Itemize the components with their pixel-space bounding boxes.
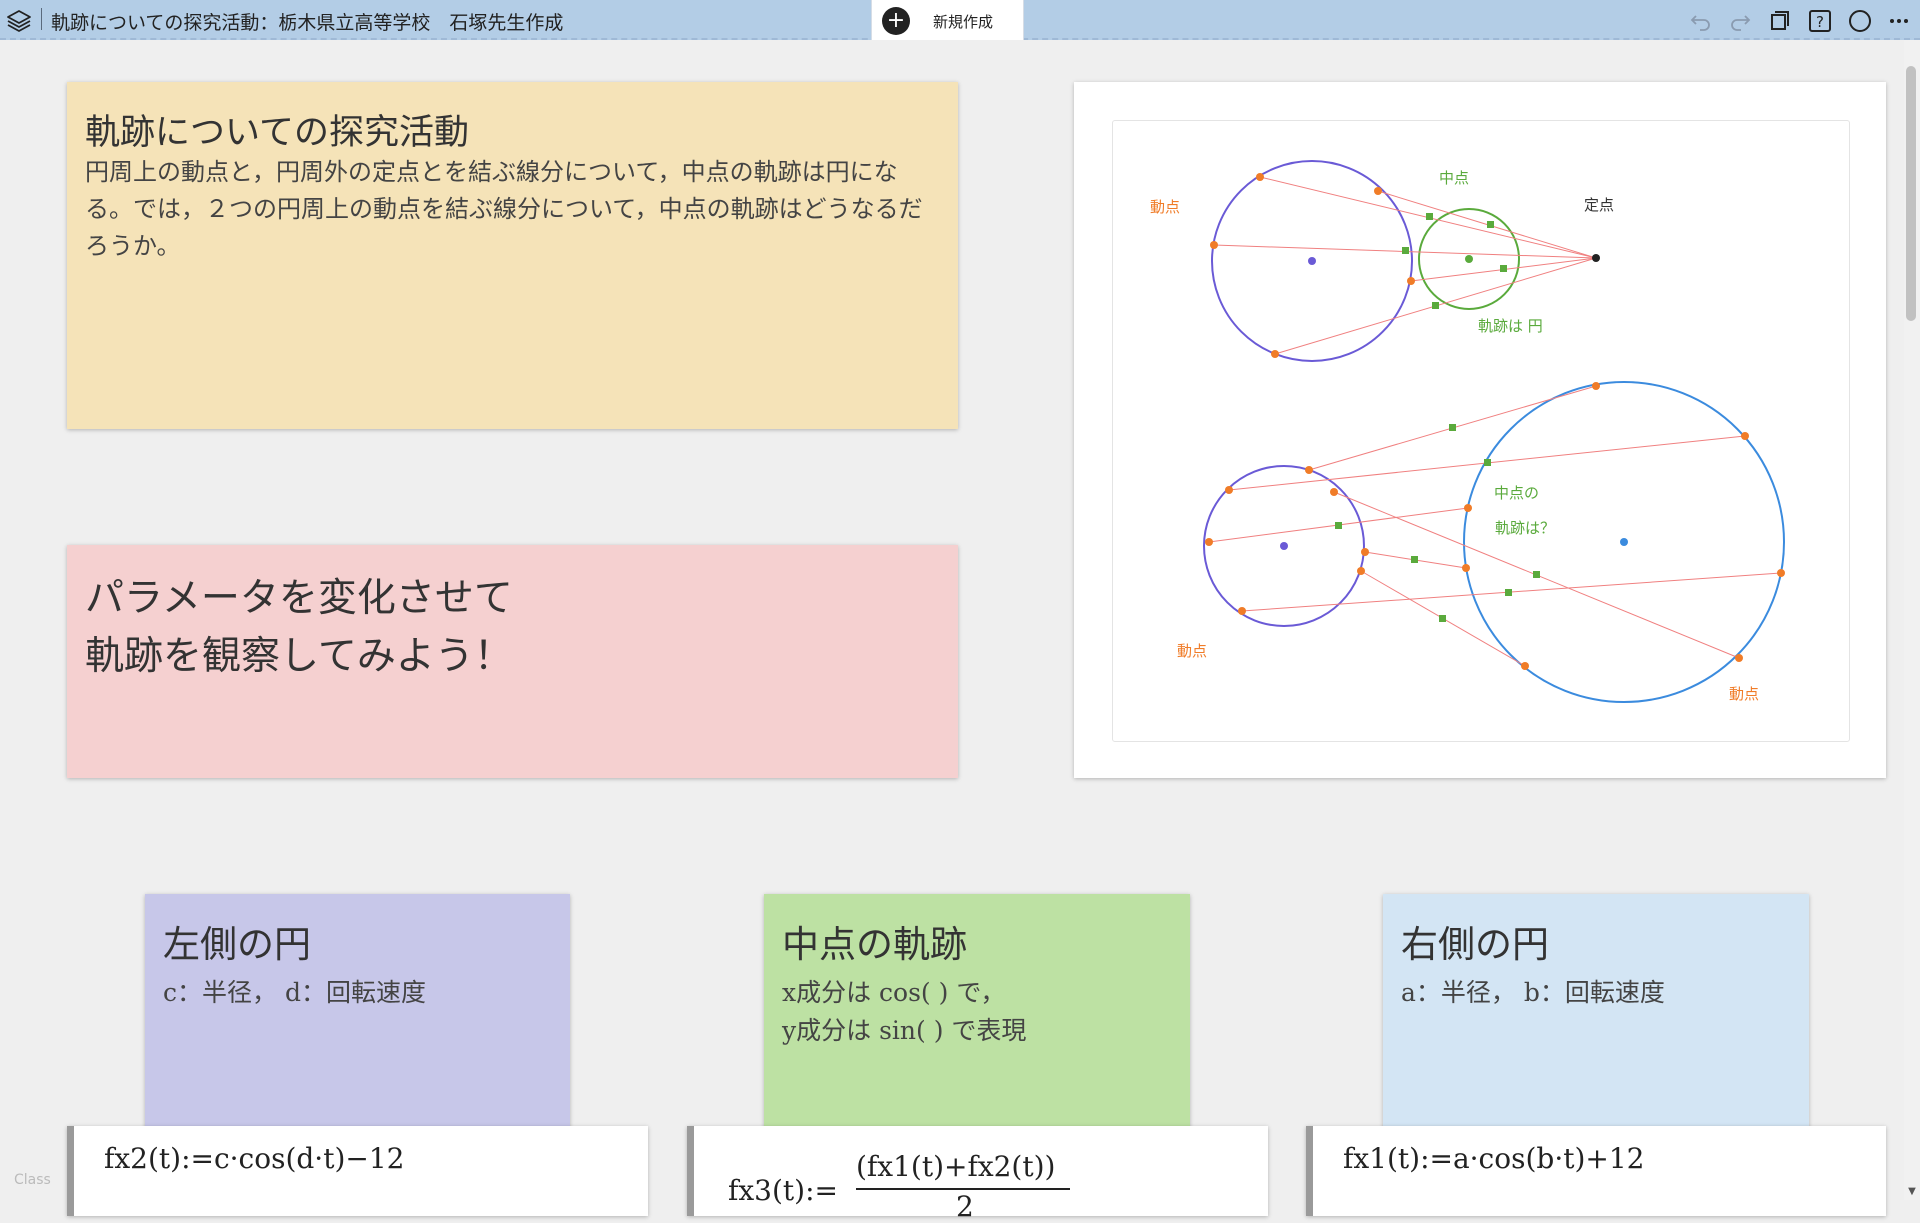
formula-fx3-name: fx3(t):= [728,1174,838,1207]
locus-question-label-2: 軌跡は？ [1495,519,1555,537]
prompt-line-2: 軌跡を観察してみよう！ [85,634,513,679]
scroll-down-icon[interactable]: ▼ [1904,1184,1920,1200]
formula-fx1-text: fx1(t):=a·cos(b·t)+12 [1343,1142,1645,1175]
circle-icon[interactable] [1847,8,1873,34]
new-board-button[interactable]: + 新規作成 [871,0,1024,40]
moving-point-label-right: 動点 [1729,685,1759,703]
right-circle-title: 右側の円 [1401,923,1549,966]
midpoint-label: 中点 [1439,169,1469,187]
prompt-card[interactable]: パラメータを変化させて 軌跡を観察してみよう！ [67,545,958,778]
scrollbar-thumb[interactable] [1906,66,1916,321]
top-figure: 動点 中点 定点 軌跡は 円 [1150,160,1614,362]
svg-text:?: ? [1816,13,1824,31]
top-locus-center [1465,255,1473,263]
bottom-right-center [1620,538,1628,546]
fixed-point [1592,254,1600,262]
top-left-center [1308,257,1316,265]
midpoint-line-2: y成分は sin( ) で表現 [782,1016,1027,1045]
top-midpoints [1402,213,1507,309]
board-title: 軌跡についての探究活動：栃木県立高等学校 石塚先生作成 [51,12,564,34]
left-circle-text: c：半径， d：回転速度 [163,978,426,1007]
right-circle-text: a：半径， b：回転速度 [1401,978,1665,1007]
midpoint-text: x成分は cos( ) で， y成分は sin( ) で表現 [782,974,1026,1050]
title-separator [41,8,42,30]
graph-card[interactable]: 動点 中点 定点 軌跡は 円 中点の 軌跡は？ 動点 動点 [1074,82,1886,778]
moving-point-label: 動点 [1150,198,1180,216]
redo-icon[interactable] [1727,8,1753,34]
midpoint-card[interactable]: 中点の軌跡 x成分は cos( ) で， y成分は sin( ) で表現 [764,894,1190,1134]
fixed-point-label: 定点 [1584,196,1614,214]
prompt-line-1: パラメータを変化させて [85,576,513,621]
plus-icon: + [882,7,910,35]
formula-fx2[interactable]: fx2(t):=c·cos(d·t)−12 [67,1126,648,1216]
intro-text: 円周上の動点と，円周外の定点とを結ぶ線分について，中点の軌跡は円になる。では，２… [85,158,923,260]
more-icon[interactable] [1886,8,1912,34]
midpoint-line-1: x成分は cos( ) で， [782,978,1006,1007]
formula-fx1[interactable]: fx1(t):=a·cos(b·t)+12 [1306,1126,1886,1216]
help-icon[interactable]: ? [1807,8,1833,34]
left-circle-title: 左側の円 [163,923,311,966]
moving-point-label-left: 動点 [1177,642,1207,660]
intro-card[interactable]: 軌跡についての探究活動 円周上の動点と，円周外の定点とを結ぶ線分について，中点の… [67,82,958,429]
formula-fx3[interactable]: fx3(t):= (fx1(t)+fx2(t)) 2 [687,1126,1268,1223]
locus-question-label-1: 中点の [1494,484,1539,502]
left-circle-card[interactable]: 左側の円 c：半径， d：回転速度 [145,894,570,1134]
midpoint-title: 中点の軌跡 [782,923,967,966]
pages-icon[interactable] [1767,8,1793,34]
formula-fx2-text: fx2(t):=c·cos(d·t)−12 [104,1142,405,1175]
formula-fx3-denominator: 2 [956,1190,974,1223]
right-circle-card[interactable]: 右側の円 a：半径， b：回転速度 [1383,894,1809,1134]
bottom-left-center [1280,542,1288,550]
new-board-label: 新規作成 [933,13,994,31]
formula-fx3-numerator: (fx1(t)+fx2(t)) [856,1150,1056,1183]
intro-title: 軌跡についての探究活動 [85,113,469,153]
bottom-figure: 中点の 軌跡は？ 動点 動点 [1177,381,1785,703]
top-bar: 軌跡についての探究活動：栃木県立高等学校 石塚先生作成 + 新規作成 ? [0,0,1920,40]
locus-circle-label: 軌跡は 円 [1478,317,1543,335]
footer-tag: Class [14,1172,51,1188]
locus-figure: 動点 中点 定点 軌跡は 円 中点の 軌跡は？ 動点 動点 [1150,160,1785,703]
layers-icon[interactable] [6,8,32,34]
undo-icon[interactable] [1688,8,1714,34]
